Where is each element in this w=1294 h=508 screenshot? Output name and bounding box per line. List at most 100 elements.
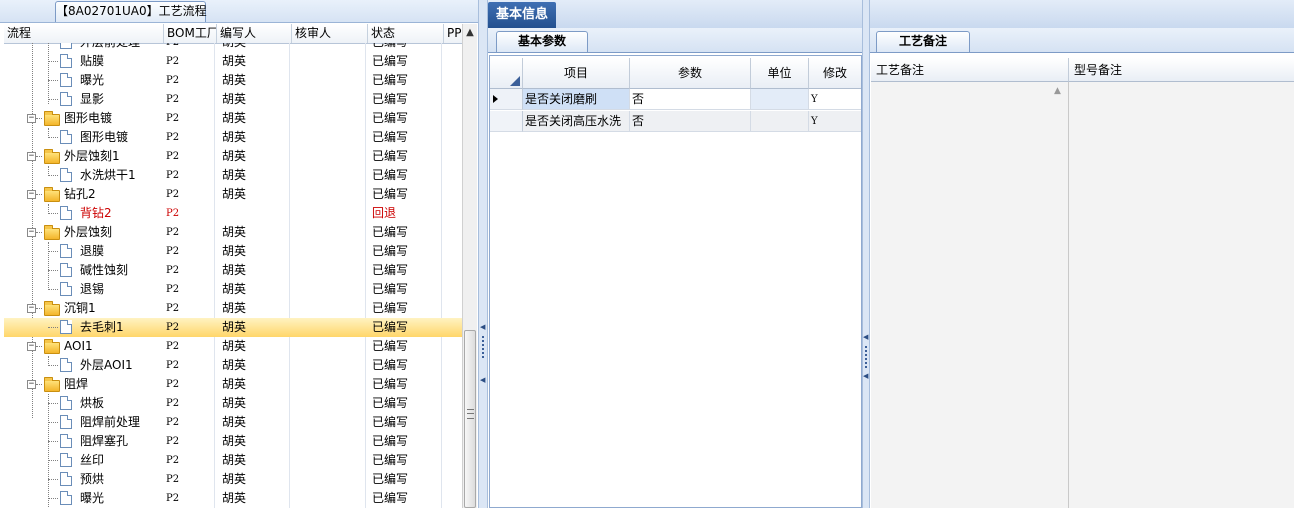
column-header-bom-factory[interactable]: BOM工厂	[164, 24, 217, 43]
bom-factory-cell: P2	[166, 360, 180, 371]
tree-row[interactable]: 退膜 P2 胡英 已编写	[4, 242, 462, 261]
tree-row[interactable]: 去毛刺1 P2 胡英 已编写	[4, 318, 462, 337]
splitter-arrow-icon: ◀	[863, 333, 869, 341]
column-header-unit[interactable]: 单位	[751, 58, 809, 89]
document-icon	[60, 263, 72, 277]
column-header-flow[interactable]: 流程	[4, 24, 164, 43]
bom-factory-cell: P2	[166, 113, 180, 124]
splitter-arrow-icon: ◀	[480, 323, 486, 331]
collapse-icon[interactable]: −	[27, 304, 36, 313]
writer-cell: 胡英	[222, 43, 292, 52]
column-header-reviewer[interactable]: 核审人	[292, 24, 368, 43]
writer-cell: 胡英	[222, 320, 247, 334]
param-item-cell[interactable]: 是否关闭高压水洗	[523, 111, 630, 132]
tree-folder-row[interactable]: − 外层蚀刻1 P2 胡英 已编写	[4, 147, 462, 166]
tree-folder-row[interactable]: − 外层蚀刻 P2 胡英 已编写	[4, 223, 462, 242]
column-header-modify[interactable]: 修改	[809, 58, 861, 89]
collapse-icon[interactable]: −	[27, 228, 36, 237]
param-unit-cell[interactable]	[751, 89, 809, 110]
scroll-up-icon[interactable]: ▲	[463, 26, 477, 40]
bom-factory-cell: P2	[166, 322, 180, 333]
tree-folder-row[interactable]: − 图形电镀 P2 胡英 已编写	[4, 109, 462, 128]
status-cell: 已编写	[372, 491, 409, 505]
tree-row[interactable]: 贴膜 P2 胡英 已编写	[4, 52, 462, 71]
collapse-icon[interactable]: −	[27, 380, 36, 389]
tree-row[interactable]: 外层AOI1 P2 胡英 已编写	[4, 356, 462, 375]
status-cell: 已编写	[372, 225, 409, 239]
writer-cell: 胡英	[222, 54, 247, 68]
column-header-item[interactable]: 项目	[523, 58, 630, 89]
param-modify-cell[interactable]: Y	[809, 111, 861, 132]
collapse-icon[interactable]: −	[27, 152, 36, 161]
tree-folder-row[interactable]: − AOI1 P2 胡英 已编写	[4, 337, 462, 356]
status-cell: 已编写	[372, 339, 409, 353]
middle-splitter[interactable]: ◀ ◀	[862, 0, 870, 508]
writer-cell: 胡英	[222, 434, 247, 448]
tree-row[interactable]: 烘板 P2 胡英 已编写	[4, 394, 462, 413]
tree-node-label: 外层蚀刻	[64, 225, 113, 239]
scroll-up-icon[interactable]: ▲	[1054, 86, 1061, 96]
collapse-icon[interactable]: −	[27, 342, 36, 351]
process-notes-textarea[interactable]	[871, 82, 1069, 508]
document-icon	[60, 396, 72, 410]
tree-row[interactable]: 曝光 P2 胡英 已编写	[4, 489, 462, 508]
tree-node-label: 阻焊塞孔	[80, 434, 129, 448]
tree-row[interactable]: 显影 P2 胡英 已编写	[4, 90, 462, 109]
tree-row[interactable]: 水洗烘干1 P2 胡英 已编写	[4, 166, 462, 185]
tree-folder-row[interactable]: − 沉铜1 P2 胡英 已编写	[4, 299, 462, 318]
model-notes-textarea[interactable]	[1069, 82, 1294, 508]
tree-row[interactable]: 碱性蚀刻 P2 胡英 已编写	[4, 261, 462, 280]
collapse-icon[interactable]: −	[27, 114, 36, 123]
folder-icon	[44, 187, 60, 202]
status-cell: 已编写	[372, 244, 409, 258]
tree-row[interactable]: 图形电镀 P2 胡英 已编写	[4, 128, 462, 147]
detail-tabbar	[488, 0, 1294, 29]
tab-process-notes[interactable]: 工艺备注	[876, 31, 970, 52]
param-unit-cell[interactable]	[751, 111, 809, 132]
tree-row[interactable]: 曝光 P2 胡英 已编写	[4, 71, 462, 90]
document-icon	[60, 43, 72, 49]
tree-row[interactable]: 丝印 P2 胡英 已编写	[4, 451, 462, 470]
tree-folder-row[interactable]: − 阻焊 P2 胡英 已编写	[4, 375, 462, 394]
status-cell: 回退	[372, 206, 397, 220]
left-splitter[interactable]: ◀ ◀	[478, 0, 488, 508]
bom-factory-cell: P2	[166, 170, 180, 181]
bom-factory-cell: P2	[166, 189, 180, 200]
param-value-cell[interactable]: 否	[630, 111, 751, 132]
param-value-cell[interactable]: 否	[630, 89, 751, 110]
collapse-icon[interactable]: −	[27, 190, 36, 199]
document-icon	[60, 453, 72, 467]
tree-node-label: 碱性蚀刻	[80, 263, 129, 277]
tree-node-label: 退膜	[80, 244, 105, 258]
tree-row[interactable]: 阻焊前处理 P2 胡英 已编写	[4, 413, 462, 432]
column-header-status[interactable]: 状态	[368, 24, 444, 43]
tab-process-flow[interactable]: 【8A02701UA0】工艺流程	[55, 1, 207, 22]
column-header-pp[interactable]: PP	[444, 24, 462, 43]
bom-factory-cell: P2	[166, 341, 180, 352]
bom-factory-cell: P2	[166, 132, 180, 143]
status-cell: 已编写	[372, 43, 442, 52]
param-modify-cell[interactable]: Y	[809, 89, 861, 110]
bom-factory-cell: P2	[166, 474, 180, 485]
document-icon	[60, 434, 72, 448]
tree-scrollbar[interactable]: ▲	[462, 24, 477, 508]
tree-row[interactable]: 背钻2 P2 回退	[4, 204, 462, 223]
column-header-param[interactable]: 参数	[630, 58, 751, 89]
document-icon	[60, 320, 72, 334]
tab-basic-info[interactable]: 基本信息	[488, 2, 556, 28]
tree-row[interactable]: 阻焊塞孔 P2 胡英 已编写	[4, 432, 462, 451]
tree-row[interactable]: 外层前处理P2 胡英 已编写	[4, 43, 462, 52]
column-header-writer[interactable]: 编写人	[217, 24, 292, 43]
tab-basic-params[interactable]: 基本参数	[496, 31, 588, 52]
folder-icon	[44, 111, 60, 126]
scrollbar-thumb[interactable]	[464, 330, 476, 508]
row-selector[interactable]	[490, 89, 523, 110]
tree-row[interactable]: 预烘 P2 胡英 已编写	[4, 470, 462, 489]
bom-factory-cell: P2	[166, 436, 180, 447]
tree-row[interactable]: 退锡 P2 胡英 已编写	[4, 280, 462, 299]
tree-folder-row[interactable]: − 钻孔2 P2 胡英 已编写	[4, 185, 462, 204]
corner-arrow-icon	[510, 76, 520, 86]
row-selector[interactable]	[490, 111, 523, 132]
writer-cell: 胡英	[222, 282, 247, 296]
param-item-cell[interactable]: 是否关闭磨刷	[523, 89, 630, 110]
